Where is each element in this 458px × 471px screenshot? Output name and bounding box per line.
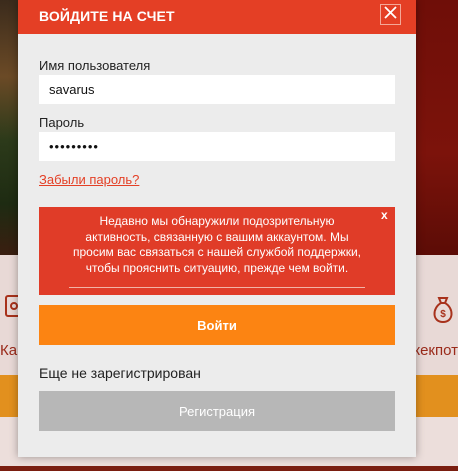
modal-header: ВОЙДИТЕ НА СЧЕТ [18, 0, 416, 34]
hero-banner-left [0, 0, 18, 255]
modal-title: ВОЙДИТЕ НА СЧЕТ [39, 8, 175, 24]
game-thumbnails-strip [0, 466, 458, 471]
forgot-password-link[interactable]: Забыли пароль? [39, 172, 139, 187]
close-icon [384, 5, 397, 24]
login-modal: ВОЙДИТЕ НА СЧЕТ Имя пользователя Пароль … [18, 0, 416, 457]
password-input[interactable] [39, 132, 395, 161]
username-input[interactable] [39, 75, 395, 104]
category-tile-left-label: Ка [0, 342, 18, 359]
register-button[interactable]: Регистрация [39, 391, 395, 431]
suspicious-activity-alert: Недавно мы обнаружили подозрительную акт… [39, 207, 395, 295]
alert-message: Недавно мы обнаружили подозрительную акт… [72, 214, 362, 275]
password-label: Пароль [39, 115, 85, 130]
hero-banner-right [416, 0, 458, 255]
not-registered-text: Еще не зарегистрирован [39, 365, 201, 381]
close-button[interactable] [380, 4, 401, 25]
username-label: Имя пользователя [39, 58, 151, 73]
category-tile-right[interactable]: $ жекпот [410, 290, 458, 362]
login-button[interactable]: Войти [39, 305, 395, 345]
alert-close-button[interactable]: x [381, 208, 388, 222]
money-bag-icon: $ [430, 292, 456, 337]
alert-underline [69, 287, 365, 288]
svg-text:$: $ [440, 309, 446, 320]
category-tile-right-label: жекпот [410, 342, 458, 359]
